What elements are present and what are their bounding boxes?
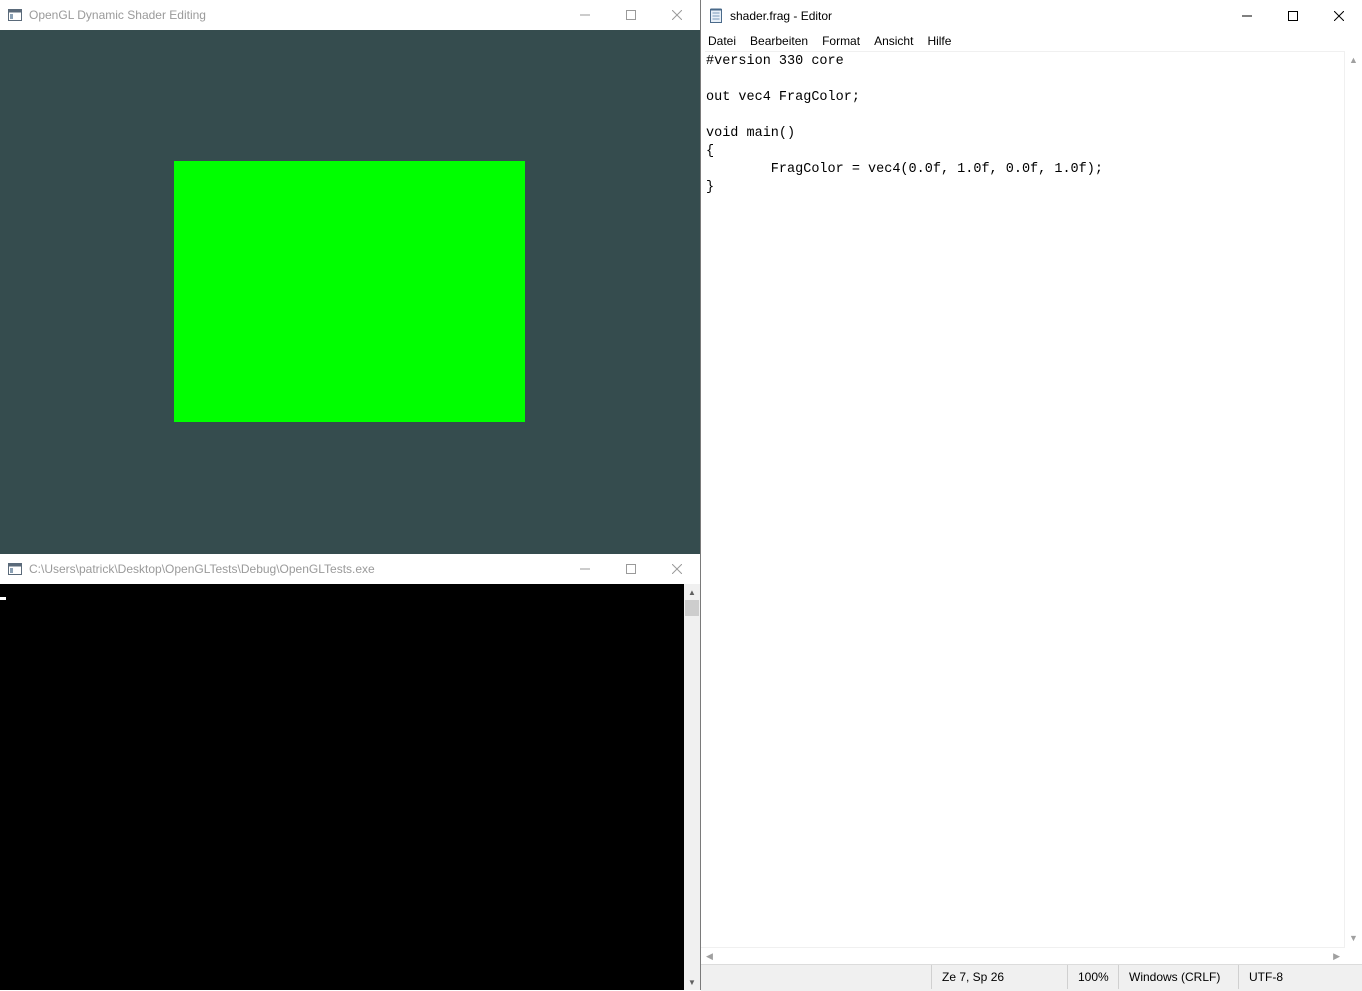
status-cursor-position: Ze 7, Sp 26 <box>931 965 1064 989</box>
console-app-icon <box>7 561 23 577</box>
status-line-ending: Windows (CRLF) <box>1118 965 1229 989</box>
console-scrollbar[interactable]: ▲ ▼ <box>684 584 700 990</box>
maximize-button[interactable] <box>608 0 654 30</box>
console-maximize-button[interactable] <box>608 554 654 584</box>
console-titlebar[interactable]: C:\Users\patrick\Desktop\OpenGLTests\Deb… <box>0 554 700 584</box>
console-cursor <box>0 597 6 600</box>
editor-close-button[interactable] <box>1316 0 1362 31</box>
close-button[interactable] <box>654 0 700 30</box>
close-icon <box>1334 10 1344 21</box>
maximize-icon <box>626 10 636 20</box>
editor-vertical-scrollbar[interactable]: ▲ ▼ <box>1344 51 1362 947</box>
console-window-title: C:\Users\patrick\Desktop\OpenGLTests\Deb… <box>29 562 375 576</box>
editor-statusbar: Ze 7, Sp 26 100% Windows (CRLF) UTF-8 <box>701 964 1362 991</box>
scroll-right-arrow-icon[interactable]: ▶ <box>1333 951 1340 962</box>
opengl-window: OpenGL Dynamic Shader Editing <box>0 0 700 554</box>
minimize-icon <box>1242 15 1252 16</box>
opengl-render-canvas[interactable] <box>0 30 700 554</box>
editor-window-title: shader.frag - Editor <box>730 8 833 23</box>
app-window-icon <box>7 7 23 23</box>
status-encoding: UTF-8 <box>1238 965 1329 989</box>
console-window: C:\Users\patrick\Desktop\OpenGLTests\Deb… <box>0 554 700 990</box>
menu-format[interactable]: Format <box>815 31 867 51</box>
opengl-titlebar[interactable]: OpenGL Dynamic Shader Editing <box>0 0 700 30</box>
close-icon <box>672 10 682 20</box>
minimize-icon <box>580 14 590 16</box>
menu-datei[interactable]: Datei <box>701 31 743 51</box>
green-rectangle <box>174 161 525 422</box>
menu-bearbeiten[interactable]: Bearbeiten <box>743 31 815 51</box>
code-line: void main() <box>706 126 796 141</box>
notepad-icon <box>708 8 724 24</box>
editor-horizontal-scrollbar[interactable]: ◀ ▶ <box>701 947 1345 965</box>
code-line: FragColor = vec4(0.0f, 1.0f, 0.0f, 1.0f)… <box>706 162 1103 177</box>
editor-menubar: Datei Bearbeiten Format Ansicht Hilfe <box>701 31 1362 51</box>
editor-minimize-button[interactable] <box>1224 0 1270 31</box>
code-line: { <box>706 144 715 159</box>
maximize-icon <box>626 564 636 574</box>
scroll-down-arrow-icon[interactable]: ▼ <box>684 974 700 990</box>
code-line: } <box>706 180 715 195</box>
minimize-icon <box>580 568 590 570</box>
maximize-icon <box>1288 10 1298 21</box>
scroll-up-arrow-icon[interactable]: ▲ <box>684 584 700 600</box>
close-icon <box>672 564 682 574</box>
status-zoom: 100% <box>1067 965 1120 989</box>
console-minimize-button[interactable] <box>562 554 608 584</box>
console-scroll-thumb[interactable] <box>685 600 699 616</box>
editor-titlebar[interactable]: shader.frag - Editor <box>701 0 1362 31</box>
scroll-down-arrow-icon[interactable]: ▼ <box>1349 933 1358 943</box>
editor-window: shader.frag - Editor Datei Bearbeiten Fo… <box>700 0 1362 991</box>
console-output[interactable] <box>0 584 684 990</box>
code-line: #version 330 core <box>706 54 844 69</box>
minimize-button[interactable] <box>562 0 608 30</box>
menu-hilfe[interactable]: Hilfe <box>920 31 958 51</box>
scroll-left-arrow-icon[interactable]: ◀ <box>706 951 713 962</box>
console-close-button[interactable] <box>654 554 700 584</box>
code-line: out vec4 FragColor; <box>706 90 860 105</box>
editor-maximize-button[interactable] <box>1270 0 1316 31</box>
editor-text-area[interactable]: #version 330 core out vec4 FragColor; vo… <box>705 51 1346 948</box>
menu-ansicht[interactable]: Ansicht <box>867 31 920 51</box>
scroll-up-arrow-icon[interactable]: ▲ <box>1349 55 1358 65</box>
opengl-window-title: OpenGL Dynamic Shader Editing <box>29 8 206 22</box>
